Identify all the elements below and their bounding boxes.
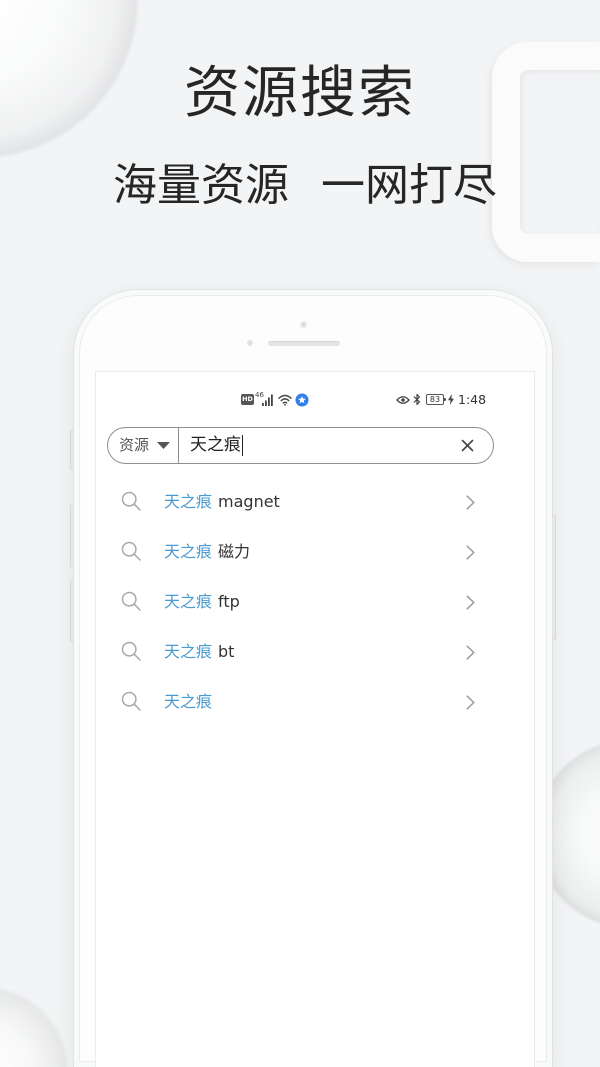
close-icon[interactable]: [461, 439, 474, 452]
phone-camera: [300, 321, 307, 328]
text-cursor: [242, 434, 243, 456]
suggestion-text: 天之痕 bt: [164, 641, 234, 663]
promo-title: 资源搜索: [184, 61, 416, 126]
promo-subtitle: 海量资源 一网打尽: [113, 160, 497, 211]
suggestion-item[interactable]: 天之痕 magnet: [96, 477, 534, 527]
suggestion-suffix: bt: [218, 642, 235, 661]
suggestion-suffix: ftp: [218, 592, 240, 611]
caret-down-icon: [157, 442, 170, 449]
charging-icon: [448, 394, 454, 405]
suggestion-text: 天之痕 ftp: [164, 591, 240, 613]
search-icon: [121, 641, 141, 661]
status-bar: HD 46 83 1:48: [96, 388, 534, 412]
suggestion-text: 天之痕 magnet: [164, 491, 280, 513]
search-icon: [121, 541, 141, 561]
app-store-screenshot: 资源搜索 海量资源 一网打尽 HD 46 83 1:48 资源 天之痕 天之痕 …: [0, 0, 600, 1067]
hd-badge-icon: HD: [241, 394, 254, 405]
phone-sensor: [247, 340, 253, 346]
search-input[interactable]: 天之痕: [190, 434, 450, 457]
wifi-icon: [278, 394, 292, 406]
app-screen: HD 46 83 1:48 资源 天之痕 天之痕 magnet 天之痕 磁力 天…: [96, 372, 534, 1067]
category-label: 资源: [119, 436, 150, 454]
chevron-right-icon: [466, 545, 475, 560]
search-query: 天之痕: [190, 435, 241, 455]
phone-speaker: [268, 341, 340, 346]
suggestion-suffix: 磁力: [218, 542, 251, 561]
suggestion-suffix: magnet: [218, 492, 280, 511]
suggestion-list: 天之痕 magnet 天之痕 磁力 天之痕 ftp 天之痕 bt 天之痕: [96, 477, 534, 727]
suggestion-item[interactable]: 天之痕 磁力: [96, 527, 534, 577]
suggestion-text: 天之痕 磁力: [164, 541, 250, 563]
search-icon: [121, 691, 141, 711]
eye-icon: [396, 396, 410, 404]
chevron-right-icon: [466, 695, 475, 710]
chevron-right-icon: [466, 495, 475, 510]
chevron-right-icon: [466, 595, 475, 610]
suggestion-item[interactable]: 天之痕 ftp: [96, 577, 534, 627]
suggestion-keyword: 天之痕: [164, 492, 213, 511]
bluetooth-icon: [413, 393, 421, 406]
battery-icon: 83: [426, 394, 446, 405]
suggestion-keyword: 天之痕: [164, 642, 213, 661]
status-time: 1:48: [458, 392, 487, 407]
suggestion-item[interactable]: 天之痕 bt: [96, 627, 534, 677]
phone-mockup: HD 46 83 1:48 资源 天之痕 天之痕 magnet 天之痕 磁力 天…: [74, 290, 552, 1067]
app-notification-icon: [295, 393, 309, 407]
suggestion-keyword: 天之痕: [164, 692, 213, 711]
suggestion-keyword: 天之痕: [164, 592, 213, 611]
suggestion-text: 天之痕: [164, 691, 212, 713]
suggestion-item[interactable]: 天之痕: [96, 677, 534, 727]
search-bar: 资源 天之痕: [107, 427, 494, 464]
search-divider: [178, 428, 179, 463]
search-icon: [121, 591, 141, 611]
suggestion-keyword: 天之痕: [164, 542, 213, 561]
decorative-sphere: [0, 980, 75, 1067]
search-icon: [121, 491, 141, 511]
category-dropdown[interactable]: 资源: [108, 428, 178, 463]
signal-icon: [262, 394, 273, 406]
chevron-right-icon: [466, 645, 475, 660]
